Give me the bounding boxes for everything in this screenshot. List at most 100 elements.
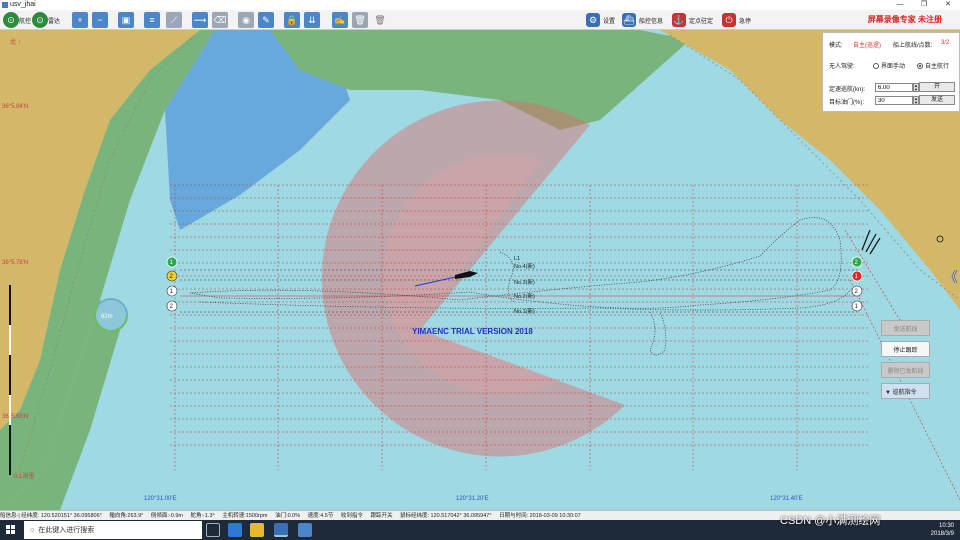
speed-input[interactable]	[875, 83, 913, 92]
chart-map[interactable]: 北 ↑ 36°5.84'N 36°5.76'N 36°5.68'N 120°31…	[0, 30, 960, 510]
auto-radio[interactable]: 自主航行	[917, 61, 949, 70]
right-marker-3[interactable]: 2	[851, 285, 863, 297]
status-follow: 跟踪开关	[370, 513, 393, 519]
radar-label: 雷达	[48, 19, 61, 25]
window-title: usv_jhai	[10, 1, 36, 8]
send-route-button[interactable]: 发送航线	[881, 320, 930, 336]
mode-label: 模式:	[829, 43, 843, 49]
ship-info-label: 船控信息	[639, 18, 664, 25]
gear-icon: ⚙	[586, 13, 600, 27]
north-arrow: 北 ↑	[10, 38, 21, 46]
right-marker-4[interactable]: 1	[851, 300, 863, 312]
status-throttle: 油门:0.0%	[275, 513, 301, 519]
stop-follow-button[interactable]: 停止跟踪	[881, 341, 930, 357]
app-taskbar-icon-2[interactable]	[298, 523, 312, 537]
scale-label: 0.1海里	[14, 472, 34, 480]
left-marker-4[interactable]: 2	[166, 300, 178, 312]
route-count-value: 3/2	[941, 40, 950, 46]
app-icon	[2, 2, 8, 8]
driving-control-icon[interactable]: ⊙	[3, 12, 19, 28]
status-mouse-position: 鼠标经纬度: 120.517042° 36.095947°	[399, 513, 492, 519]
route-label-2: No.2(新)	[514, 292, 535, 300]
cruise-command-menu[interactable]: ▼ 巡航指令	[881, 383, 930, 399]
search-placeholder: 在此键入进行搜索	[38, 527, 95, 534]
chart-icon[interactable]: ⟋	[166, 12, 182, 28]
left-marker-1[interactable]: 1	[166, 256, 178, 268]
status-roll: 侧倾面:-0.9m	[150, 513, 183, 519]
app-window: usv_jhai — ❐ ✕ ⊙ 航控 ⊙ 雷达 + − ▣ ≡ ⟋ ⟿ ⌫ ◉…	[0, 0, 960, 540]
zoom-out-icon[interactable]: −	[92, 12, 108, 28]
taskbar-search[interactable]: ○ 在此键入进行搜索	[24, 521, 202, 539]
close-button[interactable]: ✕	[936, 0, 960, 10]
manual-radio-dot[interactable]	[873, 63, 879, 70]
emergency-stop-label: 急停	[739, 18, 752, 25]
waypoint-icon[interactable]: ◉	[238, 12, 254, 28]
mode-value: 自主(巡逻)	[853, 43, 881, 49]
erase-icon[interactable]: ⌫	[212, 12, 228, 28]
ship-info-button[interactable]: ⛴ 船控信息	[622, 12, 663, 28]
lat-label-3: 36°5.68'N	[2, 414, 28, 420]
edit-icon[interactable]: ✍	[332, 12, 348, 28]
title-bar: usv_jhai — ❐ ✕	[0, 0, 960, 10]
radar-icon[interactable]: ⊙	[32, 12, 48, 28]
tray-time: 10:30	[938, 523, 954, 529]
emergency-stop-button[interactable]: ⏻ 急停	[722, 12, 751, 28]
explorer-icon[interactable]	[250, 523, 264, 537]
layers-icon[interactable]: ≡	[144, 12, 160, 28]
throttle-label: 目标油门(%):	[829, 100, 864, 106]
lon-label-2: 120°31.20'E	[456, 496, 489, 502]
track-loop-2	[199, 289, 851, 311]
left-marker-2[interactable]: 2	[166, 270, 178, 282]
right-marker-1[interactable]: 2	[851, 256, 863, 268]
system-tray[interactable]: 10:30 2018/3/9	[931, 522, 954, 538]
edge-icon[interactable]	[228, 523, 242, 537]
zoom-in-icon[interactable]: +	[72, 12, 88, 28]
settings-button[interactable]: ⚙ 设置	[586, 12, 615, 28]
left-marker-3[interactable]: 1	[166, 285, 178, 297]
track-branch	[649, 311, 667, 356]
lon-label-1: 120°31.00'E	[144, 496, 177, 502]
delete-icon[interactable]: 🗑	[352, 12, 368, 28]
status-datetime: 日期与时间: 2018-03-09 10:30:07	[499, 513, 581, 519]
trash-icon[interactable]: 🗑	[372, 12, 388, 28]
chart-canvas[interactable]: 北 ↑ 36°5.84'N 36°5.76'N 36°5.68'N 120°31…	[0, 30, 960, 510]
anchor-button[interactable]: ⚓ 定点驻定	[672, 12, 713, 28]
expand-down-icon[interactable]: ⇊	[304, 12, 320, 28]
driving-control-label: 航控	[19, 19, 32, 25]
auto-label: 自主航行	[925, 64, 950, 70]
app-taskbar-icon[interactable]	[274, 523, 288, 537]
lock-icon[interactable]: 🔒	[284, 12, 300, 28]
open-button[interactable]: 开	[919, 82, 955, 92]
maximize-button[interactable]: ❐	[912, 0, 936, 10]
svg-text:62m: 62m	[101, 314, 113, 320]
lat-label-2: 36°5.76'N	[2, 260, 28, 266]
throttle-input[interactable]	[875, 96, 913, 105]
power-icon: ⏻	[722, 13, 736, 27]
anchor-label: 定点驻定	[689, 18, 714, 25]
collapse-panel-icon[interactable]: 《	[944, 270, 958, 286]
settings-label: 设置	[603, 18, 616, 25]
route-label-1: No.1(新)	[514, 307, 535, 315]
status-rpm: 主机转速:1500rpm	[222, 513, 268, 519]
auto-radio-dot[interactable]	[917, 63, 923, 70]
image-icon[interactable]: ▣	[118, 12, 134, 28]
top-route-label: L1	[514, 256, 520, 262]
send-button[interactable]: 发送	[919, 95, 955, 105]
csdn-watermark: CSDN @小满测绘网	[780, 515, 881, 527]
measure-icon[interactable]: ⟿	[192, 12, 208, 28]
recorder-brand: 屏幕录像专家 未注册	[867, 15, 942, 24]
windows-start-icon[interactable]	[6, 525, 16, 535]
manual-radio[interactable]: 界面手动	[873, 61, 905, 70]
status-ship-position: 船信息-| 经纬度: 120.520151° 36.095806°	[0, 513, 102, 519]
status-speed: 速度:4.5节	[307, 513, 334, 519]
task-view-icon[interactable]	[206, 523, 220, 537]
delete-route-button[interactable]: 删除已发航线	[881, 362, 930, 378]
control-panel: 模式: 自主(巡逻) 船上航线/点数: 3/2 无人驾驶: 界面手动 自主航行 …	[822, 32, 960, 112]
right-marker-2[interactable]: 1	[851, 270, 863, 282]
signal-gauge: 62m	[94, 298, 128, 332]
minimize-button[interactable]: —	[888, 0, 912, 10]
pen-icon[interactable]: ✎	[258, 12, 274, 28]
status-received: 收到指令	[340, 513, 363, 519]
lon-label-3: 120°31.40'E	[770, 496, 803, 502]
unmanned-label: 无人驾驶:	[829, 64, 855, 70]
